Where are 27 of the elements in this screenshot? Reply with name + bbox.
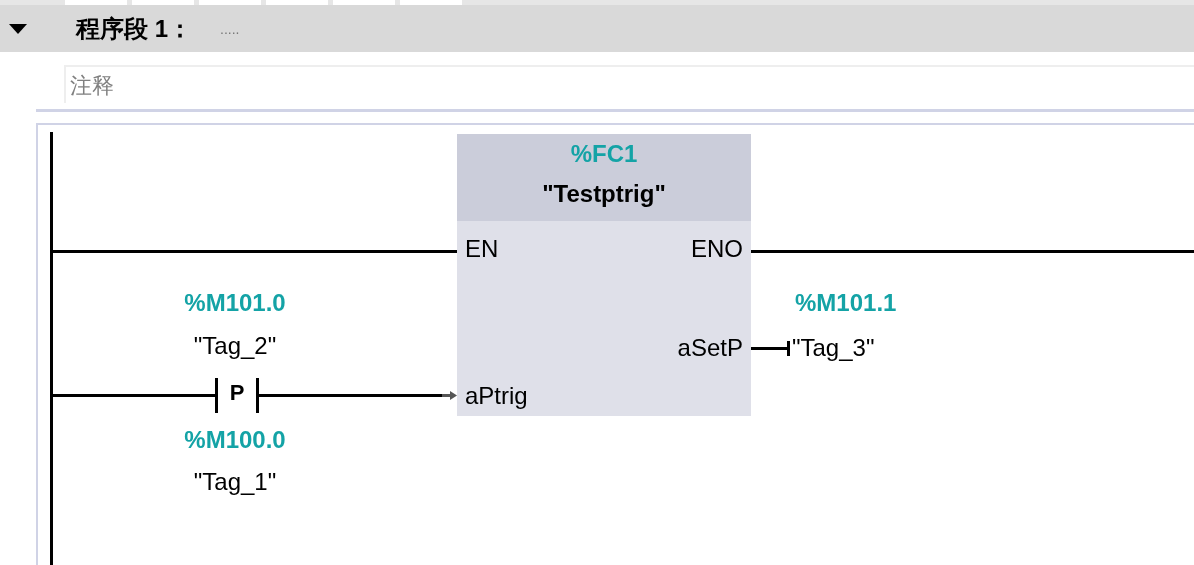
operand-tag: "Tag_1" xyxy=(165,468,305,496)
tab[interactable] xyxy=(400,0,462,5)
tab[interactable] xyxy=(333,0,395,5)
network-comment: ..... xyxy=(220,20,240,37)
output-pin-label: ENO xyxy=(691,235,743,263)
operand-address: %M100.0 xyxy=(183,426,287,454)
block-name: "Testptrig" xyxy=(542,180,666,208)
contact-label: P xyxy=(228,380,246,406)
block-address: %FC1 xyxy=(570,140,638,168)
network-title: 程序段 1： xyxy=(76,13,192,44)
contact-symbol xyxy=(215,378,259,413)
comment-field[interactable]: 注释 xyxy=(64,65,1194,103)
operand-tag: "Tag_2" xyxy=(165,332,305,360)
tab[interactable] xyxy=(266,0,328,5)
connector-stub xyxy=(442,391,457,400)
operand-tag: "Tag_3" xyxy=(792,334,875,362)
tab[interactable] xyxy=(65,0,127,5)
collapse-icon[interactable] xyxy=(8,22,28,35)
input-pin-label: EN xyxy=(465,235,499,263)
input-pin-label: aPtrig xyxy=(465,382,528,410)
output-wire xyxy=(751,341,790,356)
operand-address: %M101.1 xyxy=(795,289,897,317)
function-block[interactable]: %FC1 "Testptrig" EN aPtrig ENO aSetP xyxy=(457,134,751,416)
operand-address: %M101.0 xyxy=(183,289,287,317)
tab[interactable] xyxy=(199,0,261,5)
output-pin-label: aSetP xyxy=(677,334,743,362)
tab[interactable] xyxy=(132,0,194,5)
